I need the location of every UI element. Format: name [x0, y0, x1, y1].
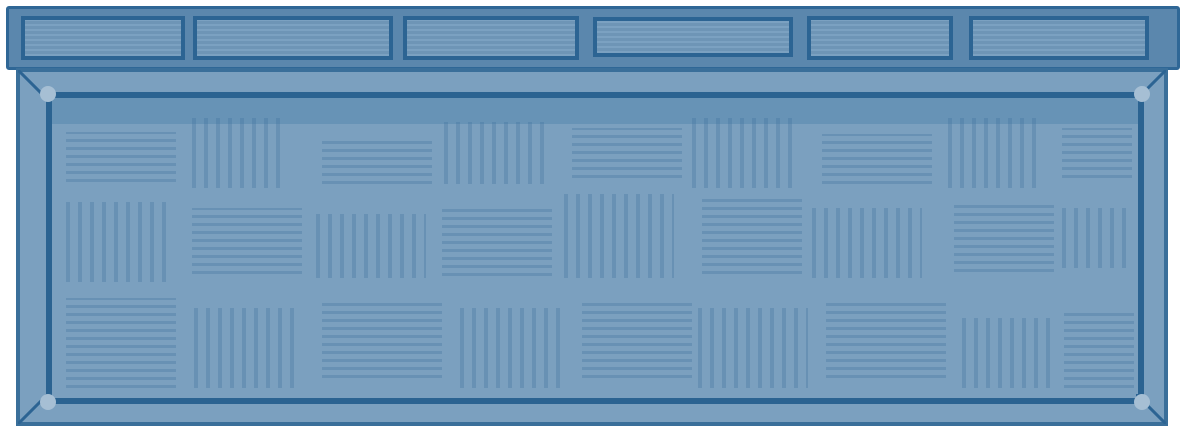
rail-panel-3	[403, 16, 579, 60]
texture-patch	[194, 308, 294, 388]
texture-patch	[826, 298, 946, 378]
texture-patch	[962, 318, 1052, 388]
texture-patch	[66, 132, 176, 182]
texture-patch	[702, 194, 802, 274]
rail-panel-5	[807, 16, 953, 60]
corner-knob-top-right	[1134, 86, 1150, 102]
rail-panel-6	[969, 16, 1149, 60]
texture-patch	[564, 194, 674, 278]
texture-patch	[948, 118, 1038, 188]
texture-patch	[812, 208, 922, 278]
texture-patch	[66, 202, 166, 282]
rail-panel-4	[593, 17, 793, 57]
main-frame	[16, 68, 1168, 426]
rail-panel-2	[193, 16, 393, 60]
texture-patch	[698, 308, 808, 388]
top-rail	[6, 6, 1180, 70]
inner-frame	[40, 86, 1150, 410]
corner-knob-top-left	[40, 86, 56, 102]
texture-patch	[322, 138, 432, 184]
texture-patch	[1062, 128, 1132, 178]
texture-patch	[572, 128, 682, 178]
texture-patch	[460, 308, 560, 388]
texture-patch	[192, 208, 302, 274]
texture-patch	[582, 298, 692, 378]
corner-knob-bottom-right	[1134, 394, 1150, 410]
texture-patch	[66, 298, 176, 388]
texture-patch	[442, 206, 552, 276]
rail-panel-1	[21, 16, 185, 60]
framed-display-box	[0, 0, 1188, 432]
corner-knob-bottom-left	[40, 394, 56, 410]
texture-patch	[954, 202, 1054, 272]
texture-patch	[692, 118, 792, 188]
texture-patch	[1062, 208, 1132, 268]
texture-patch	[822, 134, 932, 184]
texture-patch	[444, 122, 544, 184]
texture-patch	[192, 118, 282, 188]
texture-patch	[1064, 308, 1134, 388]
texture-patch	[316, 214, 426, 278]
texture-patch	[322, 298, 442, 378]
